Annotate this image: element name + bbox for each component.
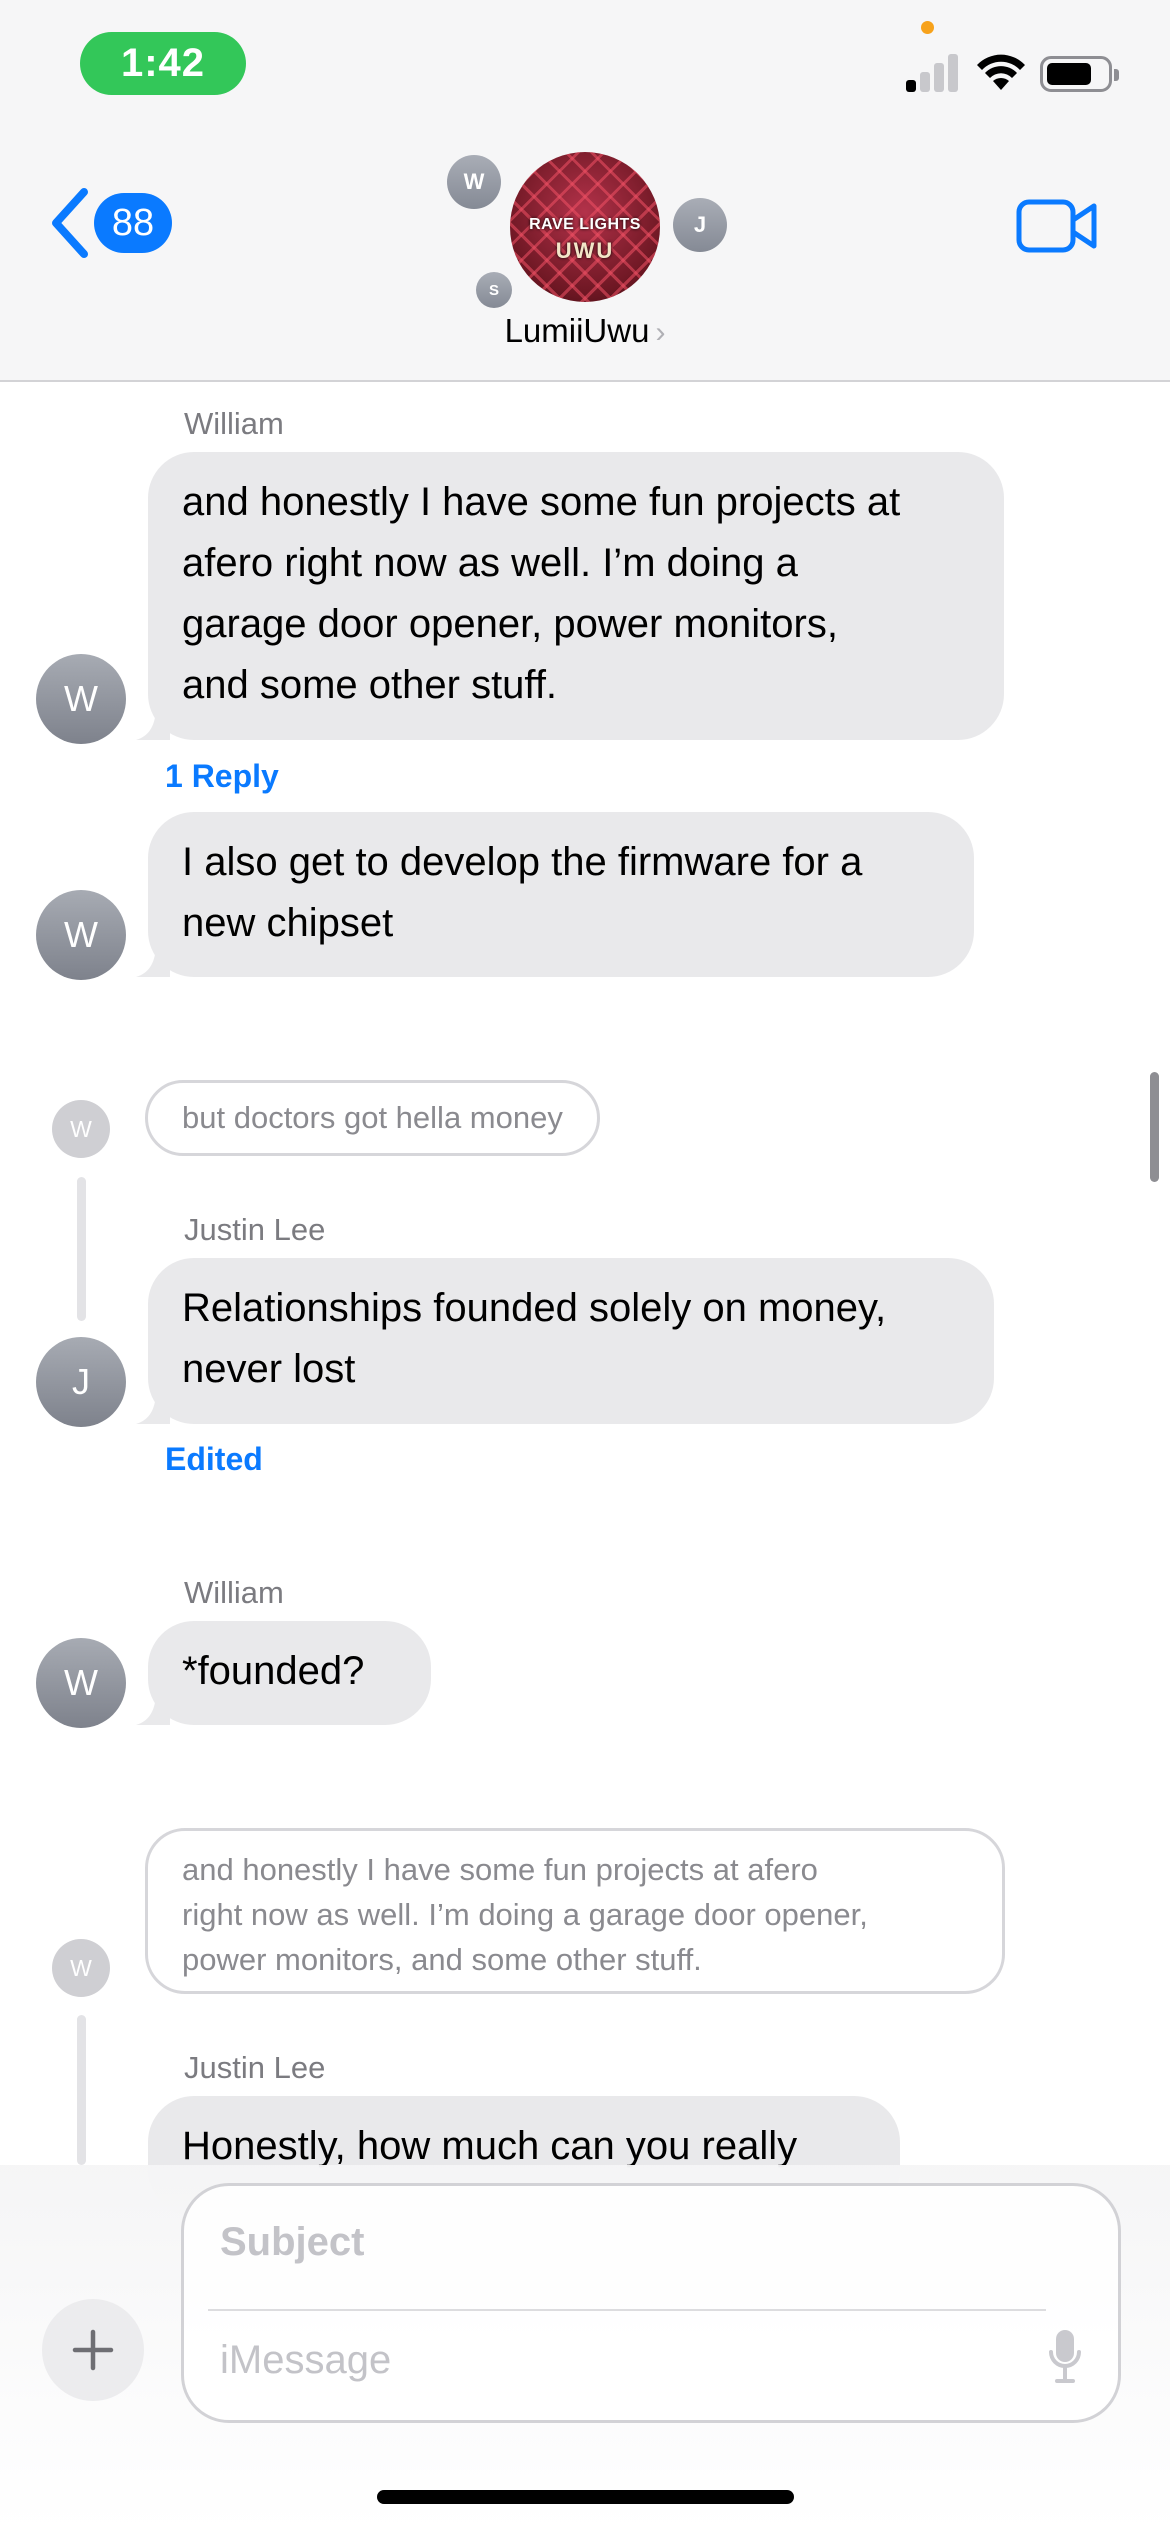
- conversation-header: 88 W J S RAVE LIGHTS UWU LumiiUwu ›: [0, 130, 1170, 382]
- thread-line: [77, 1177, 86, 1321]
- status-bar: 1:42: [0, 0, 1170, 130]
- quoted-avatar: W: [52, 1939, 110, 1997]
- group-avatar-sublabel: UWU: [555, 238, 615, 263]
- sender-name: Justin Lee: [184, 2050, 326, 2085]
- message-line: afero right now as well. I’m doing a: [182, 541, 798, 585]
- message-line: and some other stuff.: [182, 663, 558, 707]
- quoted-line: power monitors, and some other stuff.: [182, 1942, 702, 1977]
- quoted-message[interactable]: and honestly I have some fun projects at…: [145, 1828, 1005, 1994]
- unread-count-badge: 88: [94, 193, 172, 253]
- bubble-tail: [136, 1390, 170, 1424]
- chevron-right-icon: ›: [655, 316, 666, 349]
- microphone-icon[interactable]: [1048, 2328, 1082, 2384]
- plus-icon: [72, 2329, 114, 2371]
- message-bubble[interactable]: I also get to develop the firmware for a…: [136, 812, 974, 977]
- quoted-message[interactable]: but doctors got hella money: [145, 1080, 600, 1156]
- group-avatar[interactable]: RAVE LIGHTS UWU: [510, 152, 660, 302]
- message-line: I also get to develop the firmware for a: [182, 840, 863, 884]
- bubble-tail: [136, 706, 170, 740]
- edited-label[interactable]: Edited: [165, 1441, 263, 1478]
- group-avatar-label: RAVE LIGHTS: [529, 216, 641, 233]
- mic-in-use-indicator: [921, 21, 934, 34]
- status-time[interactable]: 1:42: [80, 32, 246, 95]
- message-line: new chipset: [182, 901, 394, 945]
- sender-name: William: [184, 406, 284, 441]
- message-line: *founded?: [182, 1649, 365, 1693]
- message-line: garage door opener, power monitors,: [182, 602, 838, 646]
- message-input[interactable]: iMessage: [220, 2338, 391, 2383]
- member-avatar-justin: J: [673, 198, 727, 252]
- bubble-tail: [136, 943, 170, 977]
- compose-field[interactable]: Subject iMessage: [181, 2183, 1121, 2423]
- message-bubble[interactable]: and honestly I have some fun projects at…: [136, 452, 1004, 740]
- back-button[interactable]: 88: [48, 188, 172, 258]
- quoted-avatar: W: [52, 1100, 110, 1158]
- group-name-label: LumiiUwu: [504, 312, 650, 349]
- message-line: and honestly I have some fun projects at: [182, 480, 901, 524]
- sender-name: William: [184, 1575, 284, 1610]
- quoted-line: right now as well. I’m doing a garage do…: [182, 1897, 868, 1932]
- compose-bar: Subject iMessage: [0, 2165, 1170, 2532]
- thread-line: [77, 2015, 86, 2165]
- battery-icon: [1040, 56, 1119, 92]
- add-attachment-button[interactable]: [42, 2299, 144, 2401]
- subject-input[interactable]: Subject: [220, 2220, 364, 2265]
- message-line: Relationships founded solely on money,: [182, 1286, 887, 1330]
- sender-name: Justin Lee: [184, 1212, 326, 1247]
- message-bubble[interactable]: *founded?: [136, 1621, 431, 1725]
- scrollbar[interactable]: [1150, 1072, 1159, 1182]
- home-indicator[interactable]: [377, 2490, 794, 2504]
- wifi-icon: [977, 54, 1025, 90]
- back-chevron-icon: [52, 188, 88, 258]
- avatar[interactable]: W: [36, 890, 126, 980]
- bubble-tail: [136, 1691, 170, 1725]
- group-name[interactable]: LumiiUwu ›: [0, 312, 1170, 350]
- message-line: never lost: [182, 1347, 356, 1391]
- member-avatar-william: W: [447, 155, 501, 209]
- compose-divider: [208, 2309, 1046, 2311]
- message-bubble[interactable]: Relationships founded solely on money, n…: [136, 1258, 994, 1424]
- signal-icon: [906, 52, 960, 92]
- quoted-line: and honestly I have some fun projects at…: [182, 1852, 818, 1887]
- member-avatar-s: S: [476, 272, 512, 308]
- avatar[interactable]: W: [36, 1638, 126, 1728]
- video-camera-icon[interactable]: [1016, 198, 1098, 254]
- reply-count-link[interactable]: 1 Reply: [165, 758, 279, 795]
- avatar[interactable]: W: [36, 654, 126, 744]
- avatar[interactable]: J: [36, 1337, 126, 1427]
